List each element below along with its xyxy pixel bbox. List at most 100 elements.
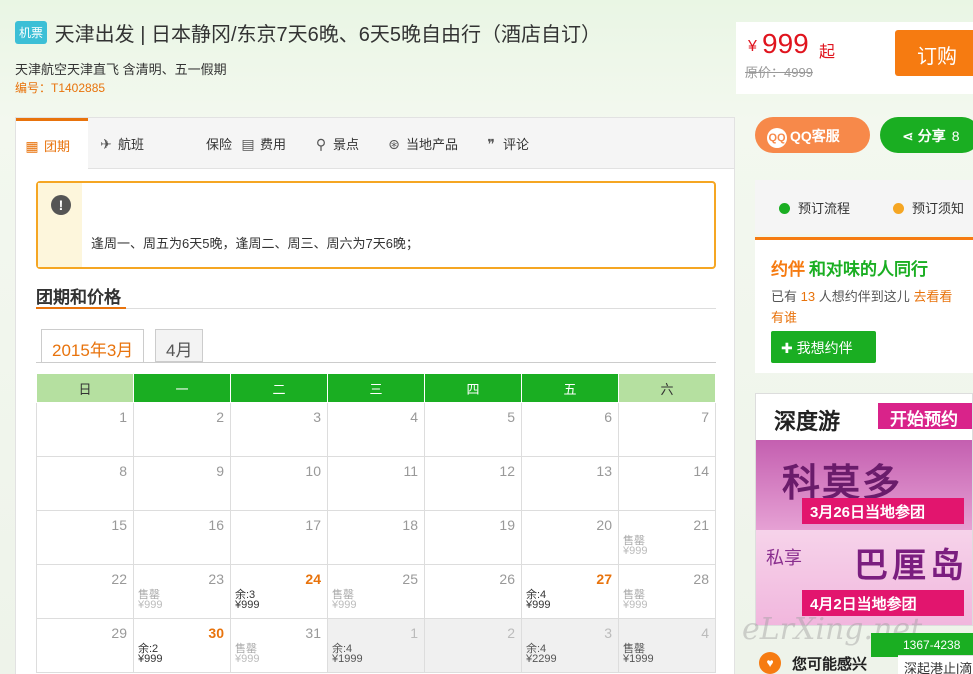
original-price: 原价：4999 — [745, 65, 813, 80]
calendar-day: 20 — [521, 510, 619, 565]
tab-schedule[interactable]: ▦ 团期 — [16, 118, 88, 170]
calendar-day: 15 — [36, 510, 134, 565]
day-number: 17 — [305, 517, 321, 533]
yueban-count: 13 — [800, 289, 816, 304]
day-number: 21 — [693, 517, 709, 533]
day-number: 8 — [119, 463, 127, 479]
day-number: 28 — [693, 571, 709, 587]
calendar-week: 22 23 售罄 ¥999 24 余:3 ¥999 25 售罄 ¥999 26 27 余:4 ¥999 28… — [36, 564, 716, 619]
ad-headline-bali: 巴厘岛 — [854, 547, 968, 585]
calendar-day: 16 — [133, 510, 231, 565]
ad-banner[interactable]: 深度游 开始预约 科莫多 3月26日当地参团 私享 巴厘岛 4月2日当地参团 — [755, 393, 973, 626]
qq-service-button[interactable]: QQ QQ客服 — [755, 117, 870, 153]
calendar-day: 22 — [36, 564, 134, 619]
qq-label: QQ客服 — [790, 128, 840, 144]
calendar-week: 1 2 3 4 5 6 7 — [36, 402, 716, 457]
calendar-day: 21 售罄 ¥999 — [618, 510, 716, 565]
calendar-icon: ▦ — [25, 137, 39, 154]
tab-label: 当地产品 — [406, 137, 459, 152]
day-number: 3 — [604, 625, 612, 641]
day-number: 15 — [111, 517, 127, 533]
calendar-day: 28 售罄 ¥999 — [618, 564, 716, 619]
calendar-week: 8 9 10 11 12 13 14 — [36, 456, 716, 511]
tab-label: 费用 — [260, 137, 287, 152]
calendar-week: 29 30 余:2 ¥999 31 售罄 ¥999 1 余:4 ¥1999 2 3 余:4 ¥2299 4 售… — [36, 618, 716, 673]
ad-date-komodo: 3月26日当地参团 — [802, 498, 964, 524]
weekday-mon: 一 — [133, 373, 231, 403]
tab-flight[interactable]: ✈ 航班 — [98, 118, 144, 169]
calendar-day[interactable]: 24 余:3 ¥999 — [230, 564, 328, 619]
yueban-see-link-cont[interactable]: 有谁 — [771, 307, 797, 326]
notice-text: 逢周一、周五为6天5晚，逢周二、周三、周六为7天6晚； — [91, 236, 419, 251]
price-currency: ¥ — [748, 38, 757, 55]
calendar-day: 29 — [36, 618, 134, 673]
share-count: 8 — [951, 128, 960, 144]
day-number: 23 — [208, 571, 224, 587]
day-price: ¥999 — [332, 599, 357, 611]
section-title: 团期和价格 — [36, 288, 121, 307]
tab-fees[interactable]: ▤ 费用 — [240, 118, 286, 169]
calendar-day: 18 — [327, 510, 425, 565]
notice-side: ! — [38, 183, 82, 267]
calendar-day: 7 — [618, 402, 716, 457]
tab-sights[interactable]: ⚲ 景点 — [313, 118, 359, 169]
calendar-body: 1 2 3 4 5 6 7 8 9 10 11 12 13 14 15 16 17 18 19 20 21 售罄 ¥999 2… — [36, 402, 716, 673]
calendar-day[interactable]: 30 余:2 ¥999 — [133, 618, 231, 673]
tab-label: 团期 — [44, 139, 71, 154]
map-pin-icon: ⚲ — [315, 135, 327, 152]
location-icon: ⊛ — [388, 135, 400, 152]
calendar-day: 6 — [521, 402, 619, 457]
section-divider — [36, 308, 716, 309]
booking-links: 预订流程 预订须知 — [755, 180, 973, 234]
yueban-tagline: 和对味的人同行 — [809, 260, 928, 279]
yueban-mid: 人想约伴到这儿 — [818, 289, 910, 304]
share-button[interactable]: ⋖ 分享 8 — [880, 117, 973, 153]
price-calendar: 日 一 二 三 四 五 六 1 2 3 4 5 6 7 8 9 10 11 12 13 14 15 16 17 1… — [36, 373, 716, 673]
ad-private-label: 私享 — [766, 548, 802, 568]
day-number: 4 — [410, 409, 418, 425]
quote-icon: ❞ — [487, 135, 495, 152]
booking-notice-link[interactable]: 预订须知 — [893, 198, 964, 217]
month-tab-march[interactable]: 2015年3月 — [41, 329, 145, 363]
airplane-icon: ✈ — [100, 135, 112, 152]
day-number: 22 — [111, 571, 127, 587]
calendar-day: 10 — [230, 456, 328, 511]
calendar-day: 31 售罄 ¥999 — [230, 618, 328, 673]
day-price: ¥999 — [623, 599, 648, 611]
day-number: 20 — [596, 517, 612, 533]
calendar-day: 4 — [327, 402, 425, 457]
day-price: ¥999 — [138, 653, 163, 665]
day-number: 26 — [499, 571, 515, 587]
tab-local-products[interactable]: ⊛ 当地产品 — [386, 118, 458, 169]
calendar-day[interactable]: 27 余:4 ¥999 — [521, 564, 619, 619]
month-tab-april[interactable]: 4月 — [155, 329, 204, 362]
day-number: 18 — [402, 517, 418, 533]
day-number: 27 — [596, 571, 612, 587]
booking-flow-link[interactable]: 预订流程 — [779, 198, 850, 217]
yueban-logo: 约伴 — [771, 260, 805, 279]
day-price: ¥1999 — [332, 653, 363, 665]
weekday-sat: 六 — [618, 373, 716, 403]
tab-insurance[interactable]: 保险 — [186, 118, 232, 169]
day-number: 16 — [208, 517, 224, 533]
calendar-day: 26 — [424, 564, 522, 619]
travel-companion-box: 约伴 和对味的人同行 已有 13 人想约伴到这儿 去看看 有谁 ✚ 我想约伴 — [755, 237, 973, 373]
want-companion-button[interactable]: ✚ 我想约伴 — [771, 331, 876, 363]
day-price: ¥999 — [235, 599, 260, 611]
interest-title: 您可能感兴 — [792, 656, 868, 673]
calendar-day: 23 售罄 ¥999 — [133, 564, 231, 619]
section-accent — [36, 307, 126, 309]
order-button[interactable]: 订购 — [895, 30, 973, 76]
route-tag: 深起港止|滴 — [898, 655, 973, 674]
calendar-day: 19 — [424, 510, 522, 565]
day-number: 19 — [499, 517, 515, 533]
shield-icon — [186, 136, 202, 152]
booking-flow-label: 预订流程 — [798, 201, 851, 216]
ad-start-label: 开始预约 — [878, 403, 972, 429]
day-number: 6 — [604, 409, 612, 425]
tab-reviews[interactable]: ❞ 评论 — [483, 118, 529, 169]
price-value: 999 — [762, 28, 809, 59]
detail-tabs: ▦ 团期 ✈ 航班 保险 ▤ 费用 ⚲ 景点 ⊛ 当地产品 ❞ 评论 — [16, 118, 734, 170]
calendar-day: 1 — [36, 402, 134, 457]
yueban-see-link[interactable]: 去看看 — [913, 289, 952, 304]
